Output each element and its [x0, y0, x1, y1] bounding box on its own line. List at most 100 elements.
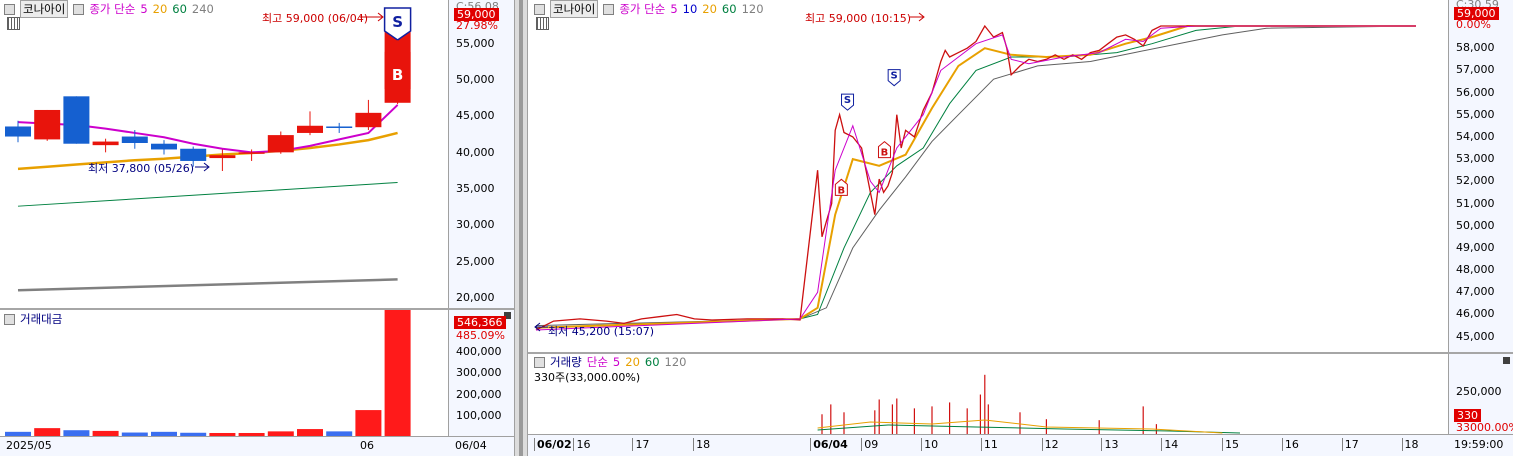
candle-body	[326, 126, 353, 128]
sell-signal: S	[844, 95, 851, 106]
time-label: 14	[1161, 438, 1178, 451]
candle-body	[355, 112, 382, 128]
low-price-note: 최저 45,200 (15:07)	[548, 325, 655, 338]
change-percent: 27.98%	[456, 19, 498, 32]
date-label: 2025/05	[6, 439, 52, 452]
volume-bar	[297, 429, 323, 436]
price-tick: 57,000	[1456, 63, 1495, 77]
price-tick: 49,000	[1456, 240, 1495, 254]
time-label: 13	[1101, 438, 1118, 451]
candle-body	[5, 126, 31, 137]
time-label: 12	[1041, 438, 1059, 451]
date-label: 06	[360, 439, 374, 452]
price-tick: 55,000	[456, 37, 495, 50]
candle-body	[209, 155, 236, 159]
time-label: 17	[1341, 438, 1359, 451]
price-line	[535, 24, 1416, 331]
close-icon[interactable]	[1503, 357, 1510, 364]
splitter-grip[interactable]	[519, 0, 523, 456]
daily-chart-panel[interactable]: 코나아이 종가 단순 5 20 60 240 SB 최고 59,000 (06/…	[0, 0, 514, 456]
intraday-volume-chart[interactable]	[528, 354, 1448, 434]
volume-tick: 300,000	[456, 366, 502, 379]
time-label: 10	[921, 438, 938, 451]
price-tick: 53,000	[1456, 152, 1495, 166]
price-tick: 25,000	[456, 255, 495, 268]
sell-signal: S	[891, 71, 898, 82]
high-price-note: 최고 59,000 (10:15)	[805, 12, 912, 25]
candle-body	[151, 143, 177, 150]
volume-bar	[34, 428, 61, 436]
sell-signal: S	[392, 13, 403, 31]
price-tick: 50,000	[456, 73, 495, 86]
time-label: 16	[573, 438, 590, 451]
price-tick: 56,000	[1456, 85, 1495, 99]
change-percent: 0.00%	[1456, 18, 1491, 31]
candle-body	[297, 125, 323, 133]
time-label: 18	[693, 438, 710, 451]
price-tick: 46,000	[1456, 307, 1495, 321]
volume-bar	[384, 310, 411, 436]
price-tick: 40,000	[456, 146, 495, 159]
ma240-line	[17, 278, 398, 292]
intraday-time-axis: 06/02 16 17 18 06/04 09 10 11 12 13 14 15 16 17 18 19:…	[528, 434, 1513, 456]
low-price-note: 최저 37,800 (05/26)	[88, 162, 195, 175]
high-arrow	[910, 12, 925, 22]
candle-body	[238, 152, 265, 154]
price-tick: 55,000	[1456, 107, 1495, 121]
time-label: 17	[632, 438, 649, 451]
buy-signal: B	[838, 185, 846, 196]
intraday-price-axis: C:30.59 59,000 0.00% 58,000 57,000 56,000 5…	[1448, 0, 1513, 352]
candle-body	[267, 135, 294, 153]
price-tick: 52,000	[1456, 174, 1495, 188]
price-tick: 50,000	[1456, 218, 1495, 232]
price-tick: 45,000	[456, 109, 495, 122]
price-tick: 45,000	[1456, 329, 1495, 343]
volume-percent: 485.09%	[456, 329, 505, 342]
price-tick: 51,000	[1456, 196, 1495, 210]
volume-tick: 400,000	[456, 345, 502, 358]
price-tick: 48,000	[1456, 263, 1495, 277]
ma5-line	[535, 25, 1416, 331]
daily-volume-chart[interactable]	[0, 310, 448, 436]
volume-tick: 200,000	[456, 388, 502, 401]
intraday-price-chart[interactable]: B S B S	[528, 0, 1448, 352]
price-tick: 54,000	[1456, 129, 1495, 143]
date-label: 06/04	[455, 439, 487, 452]
candle-body	[121, 136, 148, 143]
daily-volume-axis: 546,366 485.09% 400,000 300,000 200,000 …	[448, 310, 514, 436]
ma20-line	[535, 25, 1416, 329]
daily-date-axis: 2025/05 06 06/04	[0, 436, 514, 456]
volume-value-tag: 546,366	[454, 316, 506, 329]
time-label: 06/02	[534, 438, 572, 451]
volume-percent: 33000.00%	[1456, 421, 1513, 434]
volume-tick: 250,000	[1456, 385, 1502, 398]
price-tick: 47,000	[1456, 285, 1495, 299]
price-tick: 58,000	[1456, 41, 1495, 55]
price-tick: 35,000	[456, 182, 495, 195]
time-label: 19:59:00	[1454, 438, 1504, 451]
volume-tick: 100,000	[456, 409, 502, 422]
time-label: 06/04	[810, 438, 848, 451]
time-label: 15	[1222, 438, 1239, 451]
buy-signal: B	[392, 66, 403, 84]
candle-body	[63, 96, 90, 144]
volume-ma-line	[817, 424, 1241, 434]
volume-bar	[355, 410, 382, 436]
ma60-line	[535, 25, 1416, 329]
time-label: 11	[980, 438, 998, 451]
daily-candle-chart[interactable]: SB	[0, 0, 448, 308]
ma60-line	[17, 181, 398, 207]
candle-body	[34, 109, 61, 140]
high-price-note: 최고 59,000 (06/04)	[262, 12, 369, 25]
candle-body	[92, 141, 119, 146]
low-arrow	[195, 162, 210, 172]
price-tick: 20,000	[456, 291, 495, 304]
intraday-chart-panel[interactable]: 코나아이 종가 단순 5 10 20 60 120 BSBS 최고 59,000…	[528, 0, 1513, 456]
time-label: 09	[861, 438, 878, 451]
intraday-volume-axis: 250,000 330 33000.00%	[1448, 354, 1513, 434]
buy-signal: B	[881, 148, 889, 159]
daily-price-axis: C:56.08 59,000 27.98% 55,000 50,000 45,0…	[448, 0, 514, 308]
time-label: 18	[1401, 438, 1419, 451]
time-label: 16	[1281, 438, 1299, 451]
price-tick: 30,000	[456, 218, 495, 231]
